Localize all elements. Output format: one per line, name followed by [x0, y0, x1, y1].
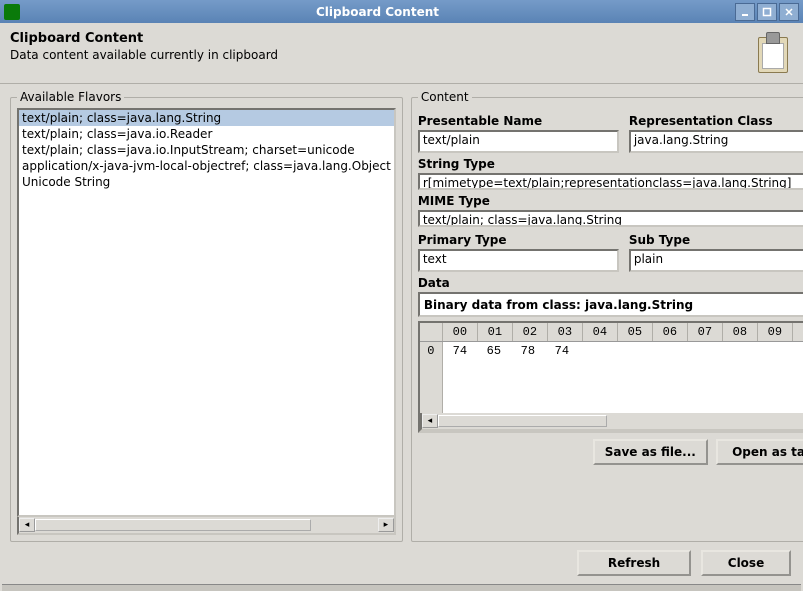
data-format-selected: Binary data from class: java.lang.String	[424, 298, 803, 312]
save-as-file-button[interactable]: Save as file...	[593, 439, 708, 465]
flavor-item[interactable]: text/plain; class=java.io.Reader	[19, 126, 394, 142]
data-label: Data	[418, 276, 803, 290]
close-button[interactable]: Close	[701, 550, 791, 576]
hex-scrollbar[interactable]: ◂ ▸	[420, 413, 803, 431]
hex-column-header: 04	[583, 323, 618, 341]
hex-column-header: 00	[443, 323, 478, 341]
hex-byte: 78	[511, 344, 545, 413]
scroll-left-icon[interactable]: ◂	[422, 414, 438, 428]
clipboard-icon	[755, 31, 789, 73]
hex-column-header: 05	[618, 323, 653, 341]
hex-byte: 74	[443, 344, 477, 413]
hex-column-header: 0A	[793, 323, 803, 341]
hex-column-header: 02	[513, 323, 548, 341]
primary-type-field[interactable]: text	[418, 249, 619, 272]
hex-byte: 74	[545, 344, 579, 413]
string-type-field[interactable]: r[mimetype=text/plain;representationclas…	[418, 173, 803, 190]
hex-column-header: 07	[688, 323, 723, 341]
representation-class-label: Representation Class	[629, 114, 803, 128]
presentable-name-field[interactable]: text/plain	[418, 130, 619, 153]
close-window-button[interactable]	[779, 3, 799, 21]
open-as-tab-button[interactable]: Open as tab	[716, 439, 803, 465]
string-type-label: String Type	[418, 157, 803, 171]
flavors-scrollbar[interactable]: ◂ ▸	[17, 517, 396, 535]
header: Clipboard Content Data content available…	[0, 23, 803, 84]
minimize-button[interactable]	[735, 3, 755, 21]
presentable-name-label: Presentable Name	[418, 114, 619, 128]
hex-column-header: 03	[548, 323, 583, 341]
flavor-item[interactable]: application/x-java-jvm-local-objectref; …	[19, 158, 394, 174]
hex-byte: 65	[477, 344, 511, 413]
title-bar: Clipboard Content	[0, 0, 803, 23]
sub-type-label: Sub Type	[629, 233, 803, 247]
hex-column-header: 08	[723, 323, 758, 341]
hex-column-header: 01	[478, 323, 513, 341]
hex-viewer: 000102030405060708090A 074657874 ◂ ▸	[418, 321, 803, 433]
scroll-right-icon[interactable]: ▸	[378, 518, 394, 532]
flavors-legend: Available Flavors	[17, 90, 124, 104]
window-title: Clipboard Content	[20, 5, 735, 19]
header-title: Clipboard Content	[10, 31, 755, 46]
content-legend: Content	[418, 90, 472, 104]
data-format-dropdown[interactable]: Binary data from class: java.lang.String…	[418, 292, 803, 317]
flavor-item[interactable]: text/plain; class=java.io.InputStream; c…	[19, 142, 394, 158]
status-bar	[2, 584, 801, 591]
hex-column-header: 09	[758, 323, 793, 341]
available-flavors-group: Available Flavors text/plain; class=java…	[10, 90, 403, 542]
flavor-item[interactable]: Unicode String	[19, 174, 394, 190]
app-icon	[4, 4, 20, 20]
hex-column-header: 06	[653, 323, 688, 341]
header-subtitle: Data content available currently in clip…	[10, 48, 755, 62]
primary-type-label: Primary Type	[418, 233, 619, 247]
mime-type-label: MIME Type	[418, 194, 803, 208]
content-group: Content Presentable Name text/plain Repr…	[411, 90, 803, 542]
refresh-button[interactable]: Refresh	[577, 550, 691, 576]
maximize-button[interactable]	[757, 3, 777, 21]
scroll-left-icon[interactable]: ◂	[19, 518, 35, 532]
hex-row-offset: 0	[420, 342, 443, 413]
flavor-item[interactable]: text/plain; class=java.lang.String	[19, 110, 394, 126]
representation-class-field[interactable]: java.lang.String	[629, 130, 803, 153]
mime-type-field[interactable]: text/plain; class=java.lang.String	[418, 210, 803, 227]
sub-type-field[interactable]: plain	[629, 249, 803, 272]
flavors-listbox[interactable]: text/plain; class=java.lang.Stringtext/p…	[17, 108, 396, 517]
